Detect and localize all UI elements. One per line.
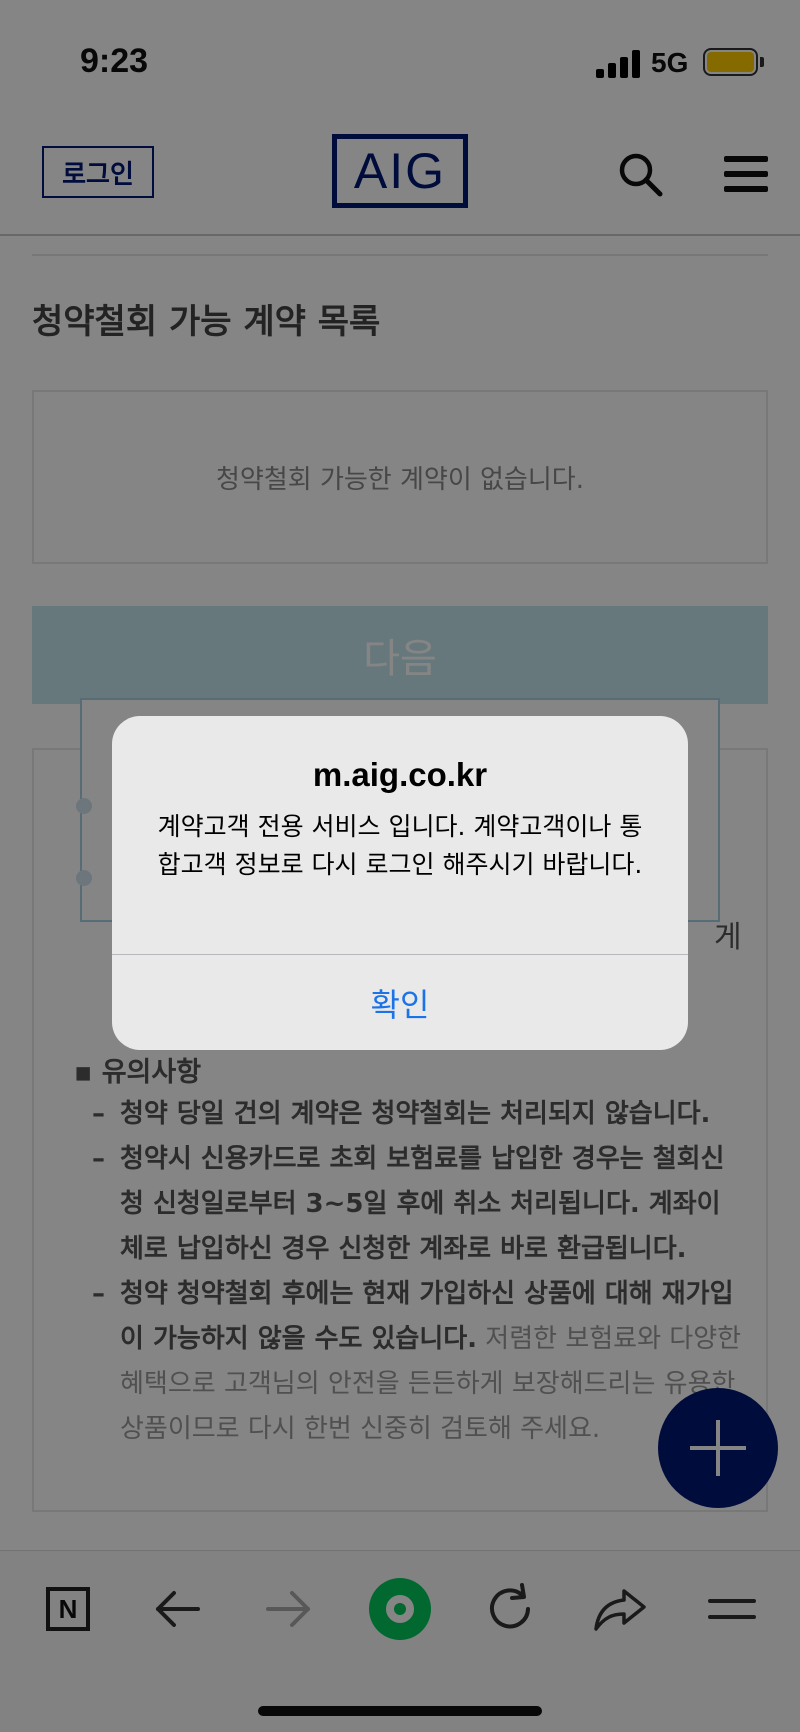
alert-message: 계약고객 전용 서비스 입니다. 계약고객이나 통합고객 정보로 다시 로그인 … bbox=[157, 812, 643, 879]
alert-title: m.aig.co.kr bbox=[312, 756, 488, 793]
alert-confirm-button[interactable]: 확인 bbox=[112, 955, 688, 1050]
alert-dialog: m.aig.co.kr 계약고객 전용 서비스 입니다. 계약고객이나 통합고객… bbox=[112, 716, 688, 1050]
